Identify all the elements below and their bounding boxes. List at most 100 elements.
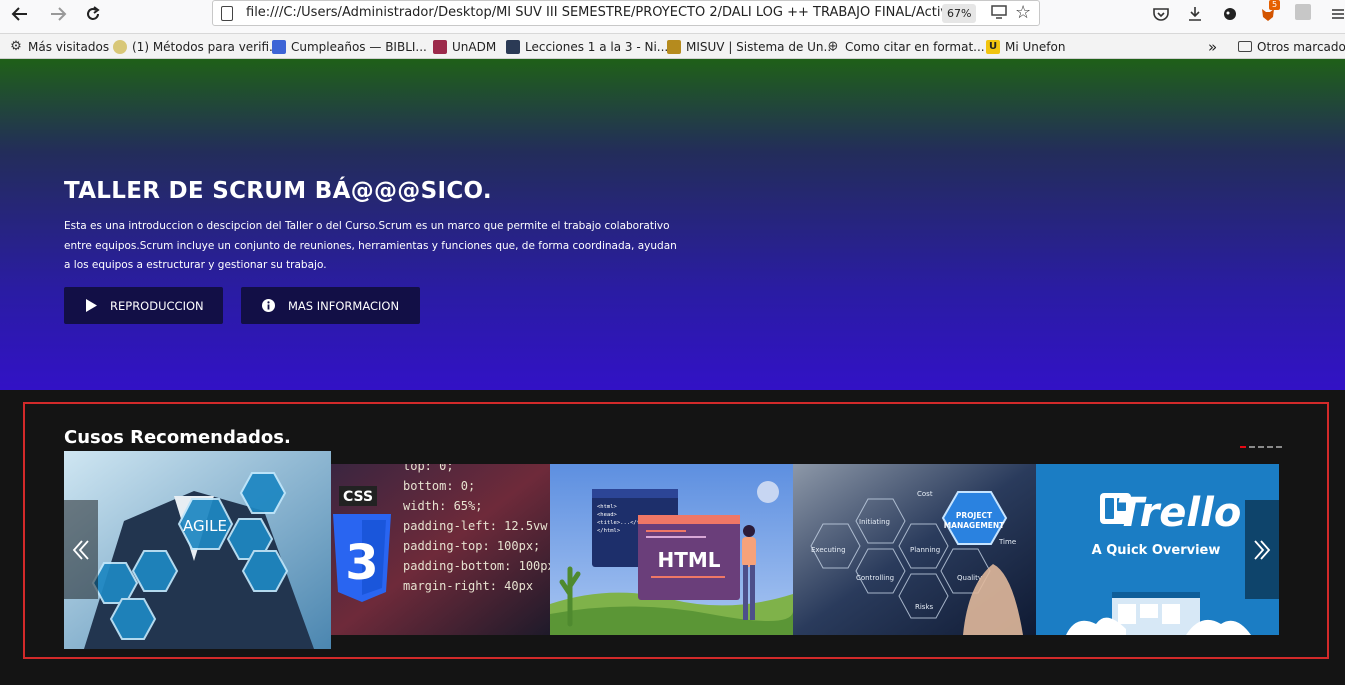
- bookmark-metodos[interactable]: (1) Métodos para verifi...: [113, 38, 280, 55]
- zoom-level[interactable]: 67%: [942, 4, 977, 23]
- pm-label: Initiating: [859, 518, 890, 526]
- trello-subtitle: A Quick Overview: [1092, 543, 1221, 558]
- course-card-css[interactable]: top: 0; bottom: 0; width: 65%; padding-left…: [331, 464, 550, 635]
- star-icon[interactable]: ☆: [1015, 2, 1035, 24]
- svg-text:MANAGEMENT: MANAGEMENT: [944, 521, 1005, 530]
- page-icon: [221, 6, 233, 21]
- pm-label: Executing: [811, 546, 846, 554]
- css-code-line: width: 65%;: [403, 499, 482, 513]
- course-card-agile[interactable]: AGILE: [64, 451, 331, 649]
- unefon-icon: U: [986, 39, 1000, 54]
- page-indicator[interactable]: [1258, 446, 1264, 448]
- html-code-line: <html>: [597, 504, 618, 510]
- hero-banner: TALLER DE SCRUM BÁ@@@SICO. Esta es una i…: [0, 59, 1345, 390]
- agile-image: AGILE: [64, 451, 331, 649]
- css-code-line: padding-bottom: 100px: [403, 559, 550, 573]
- css-code-line: bottom: 0;: [403, 479, 475, 493]
- address-bar[interactable]: file:///C:/Users/Administrador/Desktop/M…: [212, 0, 1040, 26]
- chevron-right-icon: [1254, 539, 1271, 560]
- bookmark-como-citar[interactable]: ⊕ Como citar en format...: [826, 38, 985, 55]
- css-code-line: top: 0;: [403, 464, 454, 473]
- bookmarks-bar: ⚙ Más visitados (1) Métodos para verifi.…: [0, 34, 1345, 59]
- html-text: HTML: [657, 548, 720, 572]
- bookmark-label: Más visitados: [28, 39, 110, 54]
- browser-toolbar: file:///C:/Users/Administrador/Desktop/M…: [0, 0, 1345, 34]
- trello-image: Trello A Quick Overview: [1036, 464, 1279, 635]
- cloud-icon: [113, 39, 127, 54]
- pm-label: Quality: [957, 574, 982, 582]
- hero-title: TALLER DE SCRUM BÁ@@@SICO.: [64, 178, 492, 204]
- page-indicator[interactable]: [1267, 446, 1273, 448]
- download-icon[interactable]: [1183, 2, 1207, 26]
- pm-label: Controlling: [856, 574, 894, 582]
- play-button[interactable]: REPRODUCCION: [64, 287, 223, 324]
- more-info-button[interactable]: MAS INFORMACION: [241, 287, 420, 324]
- page-indicator[interactable]: [1276, 446, 1282, 448]
- section-title: Cusos Recomendados.: [64, 427, 291, 448]
- trello-logo-text: Trello: [1117, 490, 1242, 536]
- bookmark-label: Cumpleaños — BIBLI...: [291, 39, 427, 54]
- more-info-button-label: MAS INFORMACION: [288, 298, 400, 313]
- computer-icon[interactable]: [991, 5, 1009, 21]
- notification-badge: 5: [1269, 0, 1281, 10]
- svg-text:3: 3: [345, 535, 378, 591]
- html-image: <html><head><title>...</title></html> HT…: [550, 464, 793, 635]
- page-indicator[interactable]: [1249, 446, 1255, 448]
- reload-icon[interactable]: [79, 2, 107, 26]
- bookmark-label: (1) Métodos para verifi...: [132, 39, 281, 54]
- misuv-icon: [667, 39, 681, 54]
- menu-icon[interactable]: [1326, 2, 1345, 26]
- page-indicator[interactable]: [1240, 446, 1246, 448]
- photo-icon: [506, 39, 520, 54]
- html-code-line: </html>: [597, 528, 621, 534]
- folder-icon: [1238, 41, 1252, 52]
- courses-section: Cusos Recomendados. AGILE top: 0; bottom…: [0, 390, 1345, 685]
- pm-label: Planning: [910, 546, 940, 554]
- pocket-icon[interactable]: [1149, 2, 1173, 26]
- hero-description: Esta es una introduccion o descipcion de…: [64, 220, 677, 271]
- bookmark-label: Mi Unefon: [1005, 39, 1066, 54]
- page-indicators: [1240, 446, 1282, 448]
- bookmark-lecciones[interactable]: Lecciones 1 a la 3 - Ni...: [506, 38, 668, 55]
- css-code-line: padding-left: 12.5vw: [403, 519, 548, 533]
- pm-label: Time: [998, 538, 1016, 546]
- bookmark-mi-unefon[interactable]: U Mi Unefon: [986, 38, 1065, 55]
- bookmark-label: Otros marcadores: [1257, 39, 1345, 54]
- info-icon: [262, 299, 275, 312]
- carousel-next-button[interactable]: [1245, 500, 1279, 599]
- square-icon: [272, 39, 286, 54]
- course-card-html[interactable]: <html> <head> <title>...</title> </html> HT…: [550, 464, 793, 635]
- url-text[interactable]: file:///C:/Users/Administrador/Desktop/M…: [246, 5, 1146, 20]
- pm-label: Cost: [917, 490, 933, 498]
- css-logo-text: CSS: [343, 489, 373, 505]
- forward-icon[interactable]: [44, 2, 72, 26]
- bookmark-cumpleanos[interactable]: Cumpleaños — BIBLI...: [272, 38, 427, 55]
- css-image: top: 0; bottom: 0; width: 65%; padding-left…: [331, 464, 550, 635]
- bookmark-misuv[interactable]: MISUV | Sistema de Un...: [667, 38, 835, 55]
- html-code-line: <head>: [597, 512, 618, 518]
- back-icon[interactable]: [6, 2, 34, 26]
- extension-ghost-icon[interactable]: [1218, 2, 1242, 26]
- project-management-image: PROJECT MANAGEMENT Cost Initiating Plannin…: [793, 464, 1036, 635]
- bookmark-label: Lecciones 1 a la 3 - Ni...: [525, 39, 669, 54]
- extension-icon[interactable]: [1295, 4, 1311, 20]
- bookmark-label: Como citar en format...: [845, 39, 985, 54]
- chevron-left-icon: [72, 539, 89, 560]
- bookmarks-overflow-button[interactable]: »: [1208, 38, 1217, 56]
- other-bookmarks[interactable]: Otros marcadores: [1238, 38, 1345, 55]
- css-code-line: padding-top: 100px;: [403, 539, 540, 553]
- course-card-trello[interactable]: Trello A Quick Overview: [1036, 464, 1279, 635]
- carousel-prev-button[interactable]: [64, 500, 98, 599]
- unadm-icon: [433, 39, 447, 54]
- bookmark-label: MISUV | Sistema de Un...: [686, 39, 835, 54]
- play-icon: [85, 299, 97, 312]
- bookmark-most-visited[interactable]: ⚙ Más visitados: [9, 38, 109, 55]
- gear-icon: ⚙: [10, 38, 22, 54]
- bookmark-label: UnADM: [452, 39, 497, 54]
- course-card-project-management[interactable]: PROJECT MANAGEMENT Cost Initiating Plannin…: [793, 464, 1036, 635]
- agile-text: AGILE: [183, 517, 227, 535]
- css-code-line: margin-right: 40px: [403, 579, 533, 593]
- svg-text:PROJECT: PROJECT: [956, 511, 993, 520]
- globe-icon: ⊕: [827, 38, 839, 54]
- bookmark-unadm[interactable]: UnADM: [433, 38, 496, 55]
